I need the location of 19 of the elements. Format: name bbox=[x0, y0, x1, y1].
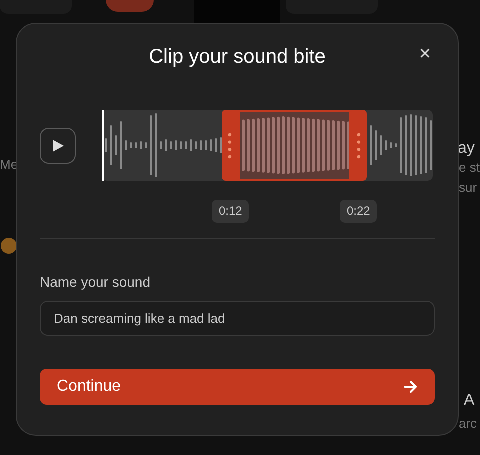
arrow-right-icon bbox=[404, 381, 418, 393]
start-time-label: 0:12 bbox=[212, 200, 250, 223]
continue-button[interactable]: Continue bbox=[40, 369, 435, 405]
clip-selection[interactable] bbox=[222, 110, 367, 181]
play-button[interactable] bbox=[40, 128, 76, 164]
dialog-title: Clip your sound bite bbox=[149, 45, 326, 70]
drag-handle-icon bbox=[228, 132, 232, 158]
end-time-label: 0:22 bbox=[340, 200, 378, 223]
field-label: Name your sound bbox=[40, 273, 152, 292]
card-title: A bbox=[464, 391, 475, 411]
play-icon bbox=[52, 138, 64, 152]
card-title: ay bbox=[458, 139, 475, 159]
name-input-field[interactable]: Dan screaming like a mad lad bbox=[40, 301, 435, 336]
card-text: arc bbox=[459, 415, 478, 433]
card-text: sur bbox=[459, 179, 478, 197]
drag-handle-icon bbox=[357, 132, 361, 158]
coin-icon bbox=[1, 238, 17, 254]
close-button[interactable]: × bbox=[419, 44, 431, 64]
card-text: e st bbox=[459, 159, 480, 177]
